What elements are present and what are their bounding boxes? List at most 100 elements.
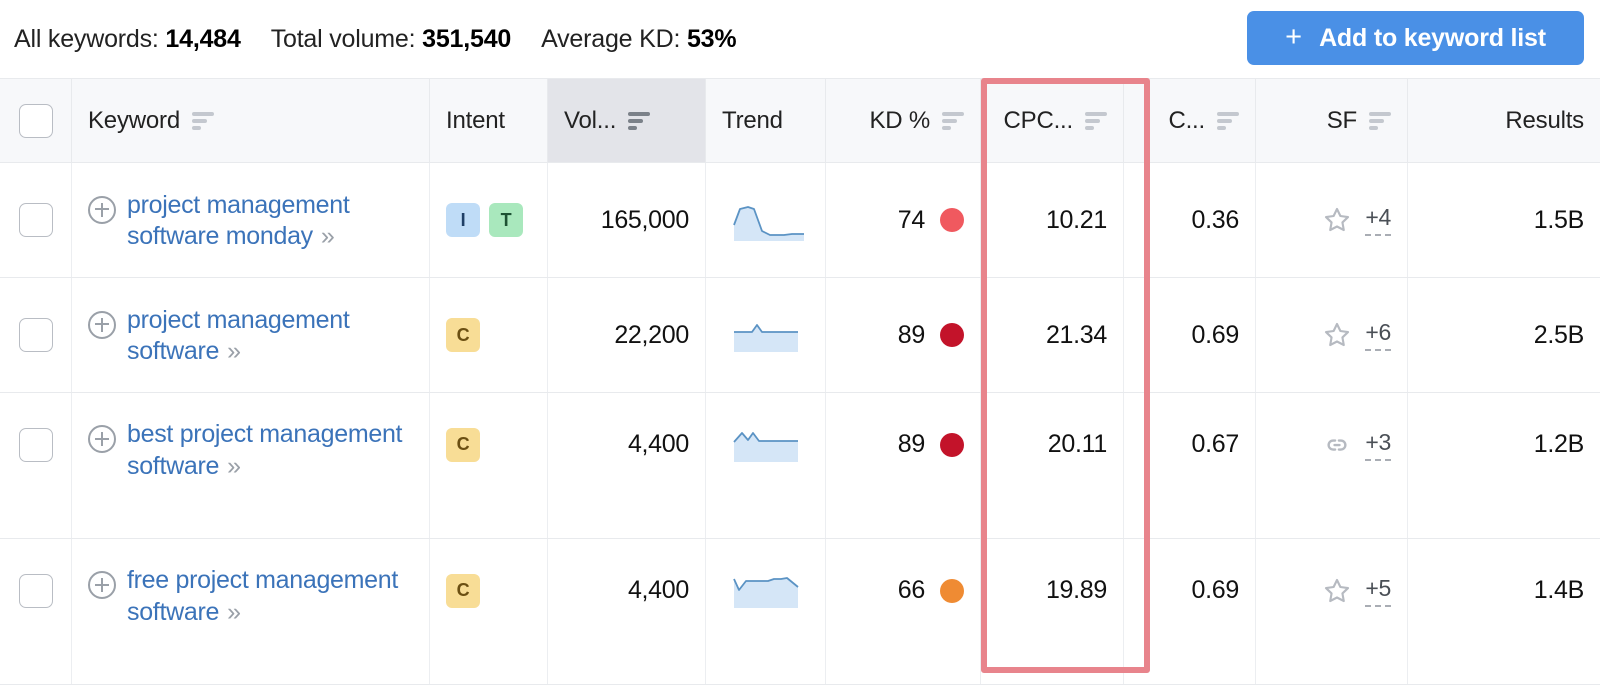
header-cpc-label: CPC... bbox=[1003, 106, 1074, 134]
volume-cell: 165,000 bbox=[548, 163, 706, 277]
header-select-all[interactable] bbox=[0, 79, 72, 162]
add-keyword-icon[interactable] bbox=[88, 425, 116, 453]
kd-cell: 74 bbox=[826, 163, 981, 277]
keyword-text: free project management software bbox=[127, 566, 399, 626]
stat-total-volume: Total volume: 351,540 bbox=[271, 25, 512, 54]
kd-cell: 89 bbox=[826, 278, 981, 392]
sf-count[interactable]: +5 bbox=[1365, 575, 1391, 607]
kd-value: 74 bbox=[897, 205, 926, 234]
expand-chevron-icon[interactable]: » bbox=[321, 221, 335, 253]
header-kd[interactable]: KD % bbox=[826, 79, 981, 162]
kd-status-dot bbox=[940, 323, 964, 347]
keyword-text: best project management software bbox=[127, 420, 403, 480]
sort-icon-keyword[interactable] bbox=[191, 111, 214, 130]
keyword-cell: project management software monday» bbox=[72, 163, 430, 277]
stat-all-keywords-label: All keywords: bbox=[14, 24, 159, 53]
keyword-cell: project management software» bbox=[72, 278, 430, 392]
trend-cell bbox=[706, 393, 826, 538]
header-competition[interactable]: C... bbox=[1124, 79, 1256, 162]
row-checkbox[interactable] bbox=[18, 573, 53, 608]
intent-badge[interactable]: C bbox=[446, 318, 480, 352]
row-select-cell[interactable] bbox=[0, 163, 72, 277]
header-volume[interactable]: Vol... bbox=[548, 79, 706, 162]
expand-chevron-icon[interactable]: » bbox=[227, 451, 241, 483]
volume-value: 4,400 bbox=[627, 430, 689, 458]
table-header-row: Keyword Intent Vol... Trend KD % CPC... … bbox=[0, 78, 1600, 163]
expand-chevron-icon[interactable]: » bbox=[227, 597, 241, 629]
results-cell: 2.5B bbox=[1533, 320, 1585, 349]
keyword-link[interactable]: free project management software» bbox=[127, 565, 413, 628]
header-keyword-label: Keyword bbox=[88, 106, 180, 134]
sort-icon-volume[interactable] bbox=[628, 111, 651, 130]
competition-cell: 0.69 bbox=[1124, 539, 1256, 684]
header-cpc[interactable]: CPC... bbox=[981, 79, 1124, 162]
competition-value: 0.67 bbox=[1191, 430, 1240, 458]
keyword-text: project management software monday bbox=[127, 190, 350, 251]
stat-average-kd: Average KD: 53% bbox=[541, 25, 736, 54]
header-keyword[interactable]: Keyword bbox=[72, 79, 430, 162]
table-row: project management software» C 22,200 89… bbox=[0, 278, 1600, 393]
row-checkbox[interactable] bbox=[18, 427, 53, 462]
results-cell: 1.4B bbox=[1408, 539, 1600, 684]
sort-icon-competition[interactable] bbox=[1217, 111, 1239, 130]
sf-count[interactable]: +4 bbox=[1365, 204, 1391, 236]
competition-value: 0.69 bbox=[1191, 576, 1240, 604]
sf-cell: +4 bbox=[1256, 163, 1408, 277]
kd-value: 66 bbox=[897, 576, 926, 604]
intent-badge[interactable]: C bbox=[446, 573, 480, 608]
row-select-cell[interactable] bbox=[0, 393, 72, 538]
sf-count[interactable]: +6 bbox=[1365, 319, 1391, 351]
select-all-checkbox[interactable] bbox=[18, 103, 53, 138]
keyword-cell: best project management software» bbox=[72, 393, 430, 538]
link-icon bbox=[1327, 438, 1347, 451]
volume-cell: 4,400 bbox=[548, 393, 706, 538]
summary-stats: All keywords: 14,484 Total volume: 351,5… bbox=[14, 24, 737, 54]
kd-status-dot bbox=[940, 208, 964, 232]
star-icon bbox=[1325, 207, 1350, 232]
header-trend[interactable]: Trend bbox=[706, 79, 826, 162]
stat-all-keywords-value: 14,484 bbox=[165, 24, 241, 53]
intent-badge[interactable]: C bbox=[446, 427, 480, 462]
row-checkbox[interactable] bbox=[18, 203, 53, 237]
sort-icon-sf[interactable] bbox=[1369, 111, 1391, 130]
header-results[interactable]: Results bbox=[1408, 79, 1600, 162]
row-select-cell[interactable] bbox=[0, 278, 72, 392]
add-keyword-icon[interactable] bbox=[88, 195, 116, 224]
sf-cell: +5 bbox=[1256, 539, 1408, 684]
header-intent[interactable]: Intent bbox=[430, 79, 548, 162]
cpc-value: 19.89 bbox=[1045, 576, 1107, 604]
add-keyword-icon[interactable] bbox=[88, 310, 116, 339]
kd-value: 89 bbox=[897, 320, 926, 349]
row-checkbox[interactable] bbox=[18, 318, 53, 352]
expand-chevron-icon[interactable]: » bbox=[227, 336, 241, 368]
results-cell: 1.2B bbox=[1408, 393, 1600, 538]
intent-badge[interactable]: I bbox=[446, 203, 480, 237]
sf-count[interactable]: +3 bbox=[1365, 429, 1391, 461]
row-select-cell[interactable] bbox=[0, 539, 72, 684]
keyword-link[interactable]: best project management software» bbox=[127, 419, 413, 482]
table-row: best project management software» C 4,40… bbox=[0, 393, 1600, 539]
add-to-keyword-list-button[interactable]: + Add to keyword list bbox=[1247, 11, 1584, 65]
keyword-link[interactable]: project management software monday» bbox=[127, 190, 413, 253]
trend-cell bbox=[706, 278, 826, 392]
trend-sparkline-icon bbox=[733, 324, 798, 352]
intent-badge[interactable]: T bbox=[489, 203, 523, 237]
cpc-value: 20.11 bbox=[1047, 430, 1108, 458]
keyword-link[interactable]: project management software» bbox=[127, 305, 413, 368]
trend-cell bbox=[706, 163, 826, 277]
add-keyword-icon[interactable] bbox=[88, 571, 116, 599]
intent-cell: C bbox=[430, 393, 548, 538]
keyword-text: project management software bbox=[127, 305, 350, 366]
cpc-cell: 19.89 bbox=[981, 539, 1124, 684]
sort-icon-kd[interactable] bbox=[942, 111, 964, 130]
sort-icon-cpc[interactable] bbox=[1085, 111, 1107, 130]
keywords-table: Keyword Intent Vol... Trend KD % CPC... … bbox=[0, 78, 1600, 685]
star-icon bbox=[1325, 578, 1350, 602]
results-cell: 1.5B bbox=[1533, 205, 1585, 234]
results-value: 1.2B bbox=[1533, 430, 1585, 458]
table-header: Keyword Intent Vol... Trend KD % CPC... … bbox=[0, 78, 1600, 163]
header-sf[interactable]: SF bbox=[1256, 79, 1408, 162]
table-body: project management software monday» I T … bbox=[0, 163, 1600, 685]
header-volume-label: Vol... bbox=[564, 106, 617, 134]
header-kd-label: KD % bbox=[869, 106, 930, 134]
